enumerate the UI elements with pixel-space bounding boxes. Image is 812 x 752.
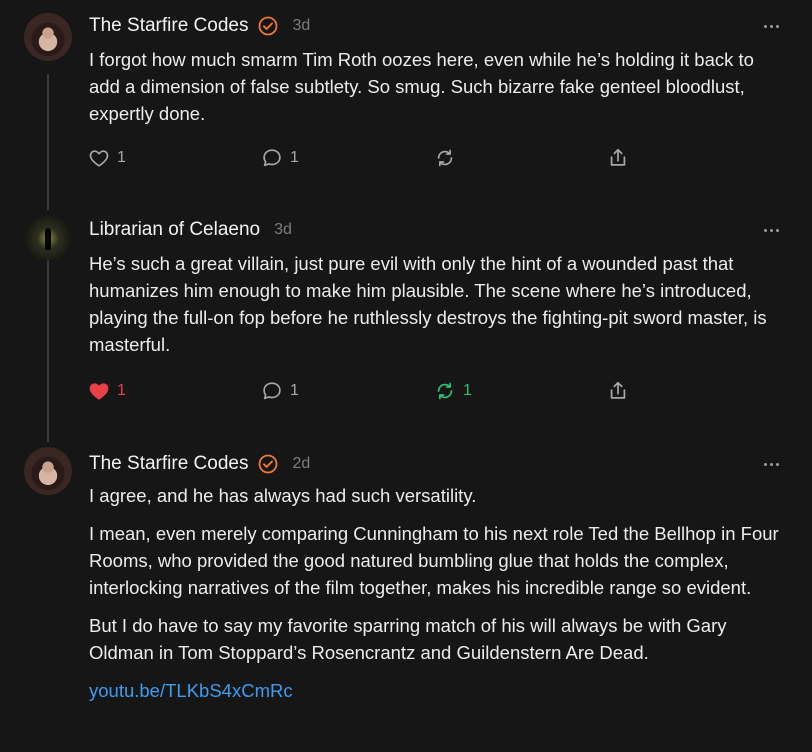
reply-icon	[263, 382, 281, 400]
link-paragraph: youtu.be/TLKbS4xCmRc	[89, 677, 779, 704]
more-icon[interactable]	[760, 21, 782, 31]
verified-icon	[258, 454, 278, 474]
like-count: 1	[117, 382, 126, 399]
post-body: He’s such a great villain, just pure evi…	[89, 250, 779, 358]
more-icon[interactable]	[760, 459, 782, 469]
repost-count: 1	[463, 382, 472, 399]
repost-icon	[437, 149, 453, 167]
verified-icon	[258, 16, 278, 36]
repost-button[interactable]	[434, 145, 463, 171]
heart-icon	[89, 383, 109, 400]
more-icon[interactable]	[760, 225, 782, 235]
repost-button[interactable]: 1	[434, 378, 472, 404]
post-header: The Starfire Codes 2d	[89, 452, 310, 476]
reply-button[interactable]: 1	[261, 378, 299, 404]
post-header: Librarian of Celaeno 3d	[89, 218, 292, 242]
heart-icon	[89, 150, 109, 167]
repost-icon	[437, 382, 453, 400]
post-header: The Starfire Codes 3d	[89, 14, 310, 38]
post-body: I agree, and he has always had such vers…	[89, 482, 779, 704]
reply-count: 1	[290, 149, 299, 166]
thread-line	[47, 256, 49, 442]
share-icon	[610, 381, 626, 399]
thread-line	[47, 74, 49, 210]
author-name[interactable]: Librarian of Celaeno	[89, 219, 260, 241]
post-body: I forgot how much smarm Tim Roth oozes h…	[89, 46, 779, 127]
post-time[interactable]: 3d	[274, 221, 292, 239]
post-time[interactable]: 3d	[292, 17, 310, 35]
author-name[interactable]: The Starfire Codes	[89, 15, 248, 37]
avatar[interactable]	[24, 13, 72, 61]
post-text: I agree, and he has always had such vers…	[89, 485, 477, 506]
reply-count: 1	[290, 382, 299, 399]
post-text: I mean, even merely comparing Cunningham…	[89, 523, 779, 598]
post-time[interactable]: 2d	[292, 455, 310, 473]
post-text: But I do have to say my favorite sparrin…	[89, 615, 727, 663]
like-button[interactable]: 1	[88, 378, 126, 404]
avatar[interactable]	[24, 447, 72, 495]
post-text: I forgot how much smarm Tim Roth oozes h…	[89, 49, 754, 124]
share-icon	[610, 148, 626, 166]
reply-button[interactable]: 1	[261, 145, 299, 171]
share-button[interactable]	[607, 145, 629, 171]
avatar[interactable]	[24, 212, 72, 260]
share-button[interactable]	[607, 378, 629, 404]
like-button[interactable]: 1	[88, 145, 126, 171]
post-link[interactable]: youtu.be/TLKbS4xCmRc	[89, 680, 293, 701]
author-name[interactable]: The Starfire Codes	[89, 453, 248, 475]
post-text: He’s such a great villain, just pure evi…	[89, 253, 767, 355]
reply-icon	[263, 149, 281, 167]
like-count: 1	[117, 149, 126, 166]
